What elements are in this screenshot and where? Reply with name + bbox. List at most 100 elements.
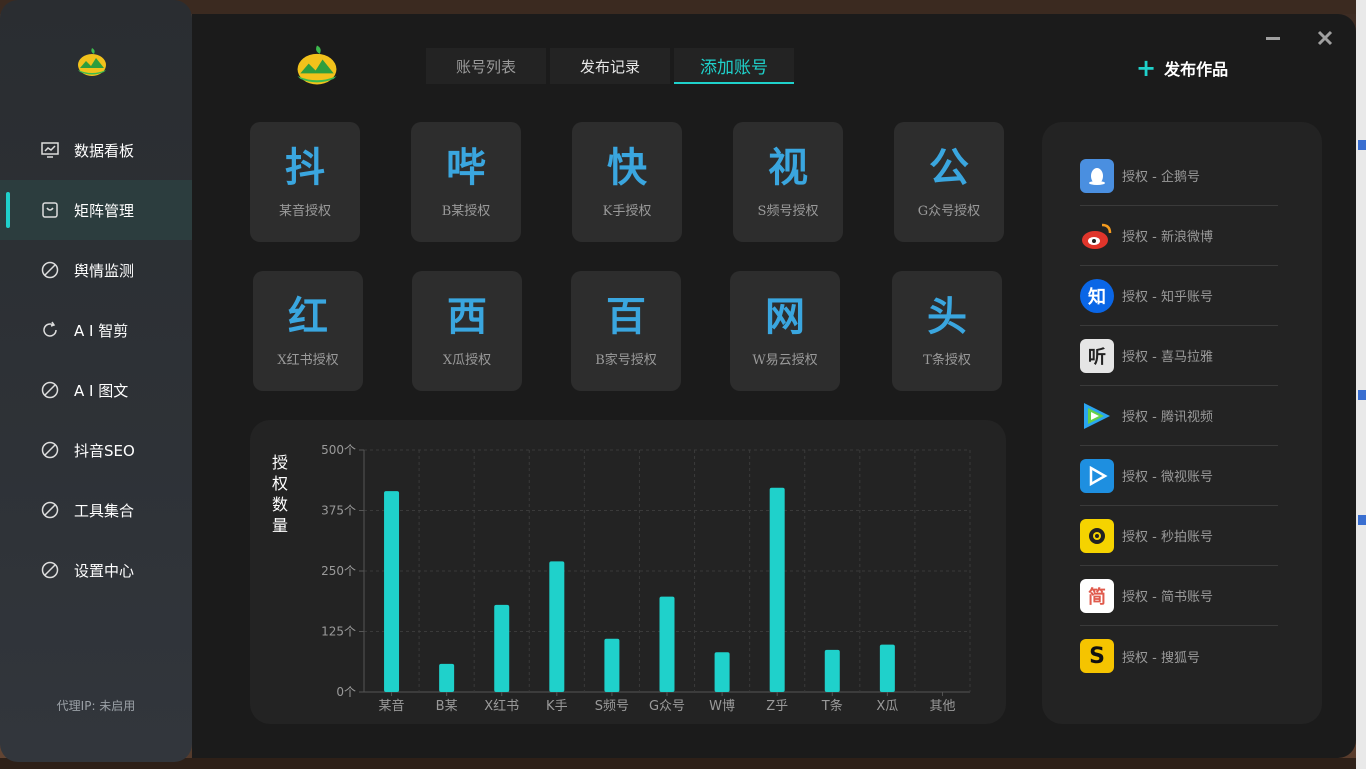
slash-circle-icon — [40, 500, 60, 520]
slash-circle-icon — [40, 440, 60, 460]
penguin-icon — [1080, 158, 1114, 193]
platform-glyph: 红 — [288, 293, 328, 340]
chart-ytick-label: 250个 — [321, 564, 356, 578]
platform-card-shipinhao[interactable]: 视 S频号授权 — [733, 122, 843, 242]
chart-bar — [659, 596, 675, 692]
ximalaya-icon: 听 — [1080, 338, 1114, 373]
auth-item-weishi[interactable]: 授权 - 微视账号 — [1080, 446, 1278, 506]
publish-work-label: 发布作品 — [1164, 60, 1229, 79]
tab-account-list[interactable]: 账号列表 — [426, 48, 546, 84]
slash-circle-icon — [40, 560, 60, 580]
miaopai-icon — [1080, 518, 1114, 553]
auth-item-label: 授权 - 搜狐号 — [1122, 650, 1200, 666]
publish-work-button[interactable]: + 发布作品 — [1136, 56, 1228, 80]
platform-card-xiaohongshu[interactable]: 红 X红书授权 — [253, 271, 363, 391]
sidebar-item-label: 抖音SEO — [74, 441, 135, 460]
platform-card-douyin[interactable]: 抖 某音授权 — [250, 122, 360, 242]
platform-card-wangyi[interactable]: 网 W易云授权 — [730, 271, 840, 391]
jianshu-icon: 简 — [1080, 578, 1114, 613]
chart-bar — [439, 663, 455, 692]
auth-item-tencent-video[interactable]: 授权 - 腾讯视频 — [1080, 386, 1278, 446]
auth-item-zhihu[interactable]: 知 授权 - 知乎账号 — [1080, 266, 1278, 326]
platform-glyph: 抖 — [285, 144, 325, 191]
platform-glyph: 公 — [929, 144, 969, 191]
chart-bar — [549, 561, 565, 692]
platform-card-baijiahao[interactable]: 百 B家号授权 — [571, 271, 681, 391]
platform-card-xigua[interactable]: 西 X瓜授权 — [412, 271, 522, 391]
auth-item-label: 授权 - 简书账号 — [1122, 590, 1213, 605]
desktop-icon-fragment — [1358, 515, 1366, 525]
chart-xtick-label: G众号 — [649, 699, 685, 714]
platform-label: B家号授权 — [595, 353, 657, 368]
chart-xtick-label: X红书 — [484, 698, 519, 714]
sohu-icon: S — [1080, 639, 1114, 673]
platform-label: T条授权 — [923, 353, 971, 368]
platform-label: G众号授权 — [917, 204, 981, 219]
minimize-icon — [1266, 36, 1280, 40]
auth-item-qiehao[interactable]: 授权 - 企鹅号 — [1080, 146, 1278, 206]
desktop-icon-fragment — [1358, 140, 1366, 150]
proxy-status: 代理IP: 未启用 — [56, 699, 136, 713]
platform-card-kuaishou[interactable]: 快 K手授权 — [572, 122, 682, 242]
tab-publish-records[interactable]: 发布记录 — [550, 48, 670, 84]
chart-xtick-label: S频号 — [595, 699, 629, 714]
sidebar-item-ai-clip[interactable]: A I 智剪 — [0, 300, 192, 360]
desktop-background-top — [0, 0, 1366, 14]
chart-bar — [714, 652, 730, 692]
auth-item-sohu[interactable]: S 授权 - 搜狐号 — [1080, 626, 1278, 686]
sidebar-item-label: 矩阵管理 — [74, 201, 135, 220]
platform-label: S频号授权 — [757, 204, 819, 219]
platform-label: K手授权 — [602, 204, 652, 219]
auth-item-weibo[interactable]: 授权 - 新浪微博 — [1080, 206, 1278, 266]
slash-circle-icon — [40, 380, 60, 400]
platform-glyph: 网 — [765, 293, 805, 340]
platform-label: X瓜授权 — [442, 353, 492, 368]
auth-list-panel: 授权 - 企鹅号 授权 - 新浪微博 知 授权 - 知乎账号 听 授权 - 喜马… — [1042, 122, 1322, 724]
auth-count-chart: 0个 125个 250个 375个 500个某音 B某 X红书 K手 S频号 G众号 W博 Z乎 T条 X… — [321, 443, 971, 714]
auth-item-label: 授权 - 喜马拉雅 — [1122, 350, 1213, 365]
slash-circle-icon — [40, 260, 60, 280]
sidebar-item-label: 设置中心 — [74, 561, 135, 580]
chart-xtick-label: T条 — [821, 698, 843, 714]
chart-xtick-label: X瓜 — [876, 699, 898, 714]
auth-item-label: 授权 - 腾讯视频 — [1122, 410, 1213, 425]
sidebar-item-sentiment[interactable]: 舆情监测 — [0, 240, 192, 300]
platform-card-toutiao[interactable]: 头 T条授权 — [892, 271, 1002, 391]
auth-item-ximalaya[interactable]: 听 授权 - 喜马拉雅 — [1080, 326, 1278, 386]
sidebar-item-label: 数据看板 — [74, 141, 135, 160]
chart-bar — [384, 491, 400, 692]
desktop-taskbar-strip — [0, 758, 1366, 769]
platform-glyph: 头 — [927, 293, 967, 340]
sidebar-item-settings[interactable]: 设置中心 — [0, 540, 192, 600]
platform-card-bilibili[interactable]: 哔 B某授权 — [411, 122, 521, 242]
chart-ytick-label: 125个 — [321, 625, 356, 639]
auth-item-label: 授权 - 新浪微博 — [1122, 230, 1213, 245]
chart-xtick-label: 其他 — [929, 699, 955, 714]
auth-item-miaopai[interactable]: 授权 - 秒拍账号 — [1080, 506, 1278, 566]
sidebar-item-label: A I 图文 — [74, 381, 129, 400]
chart-ytick-label: 375个 — [321, 504, 356, 518]
main-window: 账号列表 发布记录 添加账号 + 发布作品 抖 某音授权 哔 B某授权 快 K手… — [192, 14, 1356, 758]
sidebar-item-matrix[interactable]: 矩阵管理 — [0, 180, 192, 240]
minimize-button[interactable] — [1256, 30, 1290, 46]
sidebar-item-tools[interactable]: 工具集合 — [0, 480, 192, 540]
refresh-icon — [40, 320, 60, 340]
sidebar-item-ai-graphic[interactable]: A I 图文 — [0, 360, 192, 420]
platform-card-gongzhonghao[interactable]: 公 G众号授权 — [894, 122, 1004, 242]
desktop-background-right — [1356, 0, 1366, 769]
auth-item-label: 授权 - 微视账号 — [1122, 470, 1213, 485]
auth-item-jianshu[interactable]: 简 授权 - 简书账号 — [1080, 566, 1278, 626]
platform-glyph: 视 — [768, 144, 808, 191]
bag-icon — [40, 200, 60, 220]
monitor-chart-icon — [40, 140, 60, 160]
tencent-video-icon — [1080, 399, 1114, 433]
platform-label: B某授权 — [441, 204, 491, 219]
desktop-icon-fragment — [1358, 390, 1366, 400]
close-button[interactable] — [1310, 24, 1340, 52]
chart-bar — [769, 487, 785, 692]
tab-add-account[interactable]: 添加账号 — [674, 48, 794, 84]
weishi-icon — [1080, 458, 1114, 493]
tab-bar: 账号列表 发布记录 添加账号 — [426, 48, 794, 84]
sidebar-item-douyin-seo[interactable]: 抖音SEO — [0, 420, 192, 480]
sidebar-item-dashboard[interactable]: 数据看板 — [0, 120, 192, 180]
